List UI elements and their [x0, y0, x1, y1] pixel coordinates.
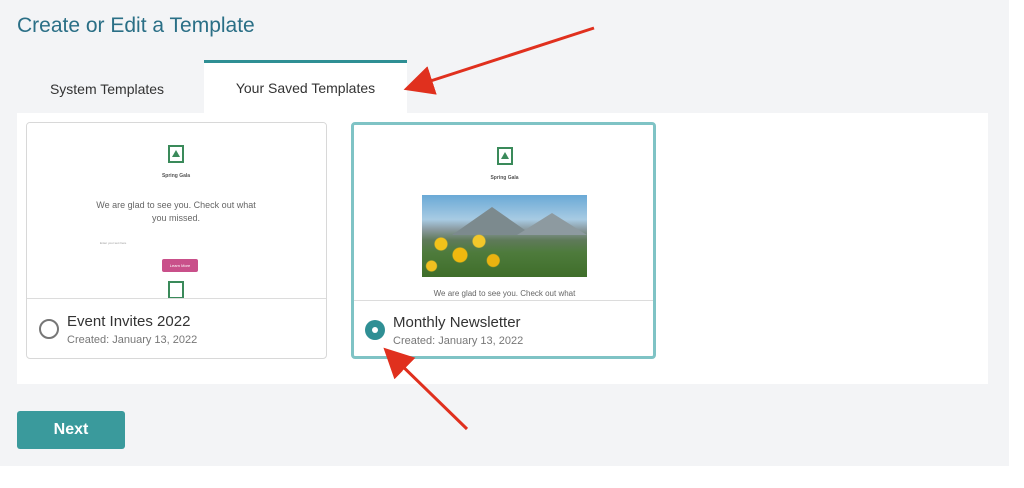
page-title: Create or Edit a Template [17, 14, 255, 37]
logo-icon [168, 281, 184, 298]
template-card-monthly-newsletter[interactable]: Spring Gala We are glad to see you. Chec… [351, 122, 656, 359]
template-card-event-invites[interactable]: Spring Gala We are glad to see you. Chec… [26, 122, 327, 359]
tab-system-templates[interactable]: System Templates [17, 62, 197, 115]
template-name: Event Invites 2022 [67, 313, 191, 330]
preview-body-text: We are glad to see you. Check out what [433, 289, 576, 298]
template-info: Event Invites 2022 Created: January 13, … [27, 300, 326, 358]
preview-email: Spring Gala We are glad to see you. Chec… [96, 141, 256, 298]
template-created-date: Created: January 13, 2022 [393, 335, 524, 347]
logo-icon [496, 147, 513, 165]
template-created-date: Created: January 13, 2022 [67, 334, 198, 346]
preview-event-name: Spring Gala [490, 175, 519, 181]
template-tabs: System Templates Your Saved Templates [17, 60, 407, 115]
preview-email: Spring Gala We are glad to see you. Chec… [422, 143, 587, 300]
template-name: Monthly Newsletter [393, 314, 521, 331]
preview-landscape-image [422, 195, 587, 277]
logo-icon [168, 145, 184, 163]
tab-your-saved-templates[interactable]: Your Saved Templates [204, 60, 407, 113]
preview-small-text: Enter your text here [100, 241, 127, 245]
template-info: Monthly Newsletter Created: January 13, … [354, 302, 653, 356]
preview-event-name: Spring Gala [161, 173, 191, 179]
preview-learn-more-button: Learn More [162, 259, 198, 272]
preview-body-text: We are glad to see you. Check out what y… [96, 200, 256, 223]
radio-checked-icon[interactable] [365, 320, 385, 340]
template-preview: Spring Gala We are glad to see you. Chec… [27, 123, 326, 299]
next-button[interactable]: Next [17, 411, 125, 449]
template-preview: Spring Gala We are glad to see you. Chec… [354, 125, 653, 301]
radio-unchecked-icon[interactable] [39, 319, 59, 339]
